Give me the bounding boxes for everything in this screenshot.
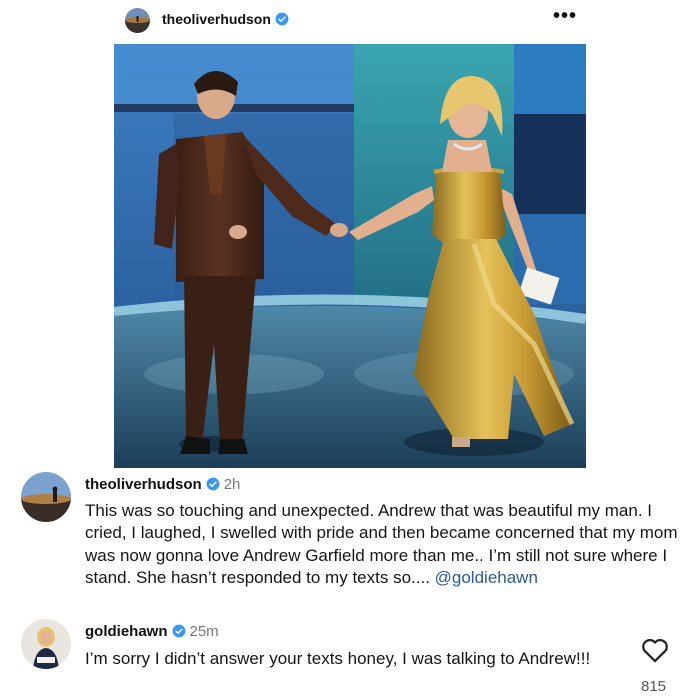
- heart-icon[interactable]: [641, 637, 669, 663]
- comment-author-avatar[interactable]: [21, 472, 71, 522]
- verified-badge-icon: [172, 624, 185, 638]
- comment-author-username[interactable]: theoliverhudson 2h: [85, 476, 240, 493]
- verified-badge-icon: [206, 477, 220, 491]
- comment-text: I’m sorry I didn’t answer your texts hon…: [85, 649, 591, 668]
- comment-text: This was so touching and unexpected. And…: [85, 501, 678, 588]
- verified-badge-icon: [275, 12, 289, 26]
- like-count: 815: [641, 678, 667, 695]
- post-author-username[interactable]: theoliverhudson: [162, 11, 289, 27]
- post-author-avatar[interactable]: [125, 8, 150, 33]
- post-header: theoliverhudson •••: [0, 0, 700, 40]
- post-photo: [114, 44, 586, 468]
- comment-author-username[interactable]: goldiehawn 25m: [85, 623, 219, 640]
- comment-time: 2h: [223, 476, 241, 493]
- comment-time: 25m: [189, 623, 219, 640]
- comment-author-avatar[interactable]: [21, 619, 71, 669]
- mention-link[interactable]: @goldiehawn: [435, 568, 538, 587]
- more-options-icon[interactable]: •••: [553, 6, 577, 26]
